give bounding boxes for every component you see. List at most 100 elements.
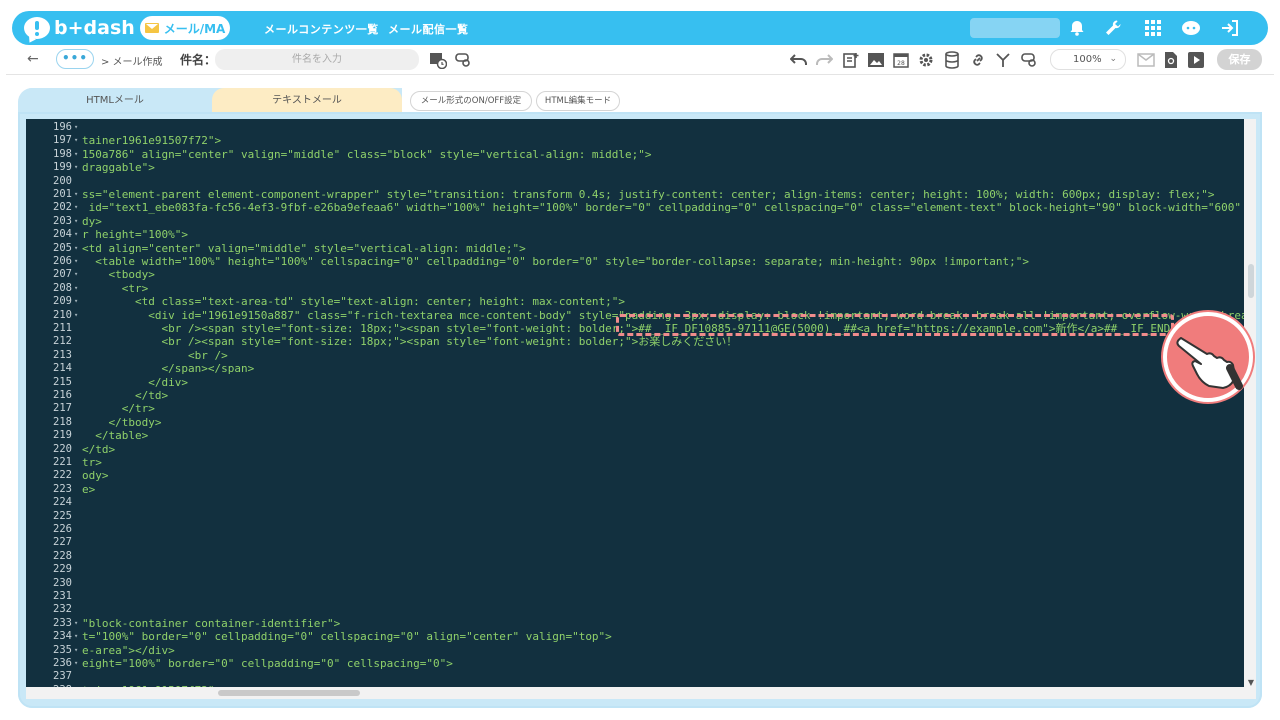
code-line[interactable]: 215 </div>	[26, 376, 1242, 389]
fold-arrow-icon[interactable]: ▾	[74, 228, 78, 241]
fold-arrow-icon[interactable]: ▾	[74, 282, 78, 295]
code-line[interactable]: 198 ▾ 150a786" align="center" valign="midd…	[26, 148, 1242, 161]
fold-arrow-icon[interactable]: ▾	[74, 657, 78, 670]
vertical-scroll-thumb[interactable]	[1248, 264, 1254, 298]
code-line[interactable]: 196 ▾	[26, 121, 1242, 134]
fold-arrow-icon[interactable]: ▾	[74, 201, 78, 214]
html-edit-mode-button[interactable]: HTML編集モード	[536, 91, 620, 111]
code-line[interactable]: 223 e>	[26, 483, 1242, 496]
scroll-down-arrow-icon[interactable]: ▼	[1248, 678, 1254, 687]
code-line[interactable]: 205 ▾ <td align="center" valign="middle" s…	[26, 242, 1242, 255]
code-line[interactable]: 224	[26, 496, 1242, 509]
code-line[interactable]: 237	[26, 670, 1242, 683]
fold-arrow-icon[interactable]: ▾	[74, 188, 78, 201]
preview-link-icon[interactable]	[453, 50, 473, 70]
code-line[interactable]: 219 </table>	[26, 429, 1242, 442]
code-line[interactable]: 199 ▾ draggable">	[26, 161, 1242, 174]
support-chat-icon[interactable]	[1180, 17, 1202, 39]
zoom-select[interactable]: 100% ⌄	[1050, 49, 1126, 70]
schedule-mail-icon[interactable]	[428, 50, 448, 70]
code-line[interactable]: 213 <br />	[26, 349, 1242, 362]
code-line[interactable]: 225	[26, 510, 1242, 523]
tab-html-mail[interactable]: HTMLメール	[20, 88, 210, 114]
code-line[interactable]: 231	[26, 590, 1242, 603]
fold-arrow-icon[interactable]: ▾	[74, 295, 78, 308]
code-line[interactable]: 217 </tr>	[26, 402, 1242, 415]
fold-arrow-icon[interactable]: ▾	[74, 134, 78, 147]
horizontal-scrollbar[interactable]	[26, 687, 1244, 699]
code-line[interactable]: 228	[26, 550, 1242, 563]
fold-arrow-icon[interactable]: ▾	[74, 644, 78, 657]
code-line[interactable]: 203 ▾ dy>	[26, 215, 1242, 228]
tab-text-mail[interactable]: テキストメール	[212, 88, 402, 114]
back-button[interactable]: ←	[27, 51, 39, 67]
fold-arrow-icon[interactable]: ▾	[74, 242, 78, 255]
code-line[interactable]: 208 ▾ <tr>	[26, 282, 1242, 295]
play-preview-icon[interactable]	[1186, 50, 1206, 70]
code-line[interactable]: 216 </td>	[26, 389, 1242, 402]
fold-arrow-icon[interactable]: ▾	[74, 148, 78, 161]
bell-icon[interactable]	[1066, 17, 1088, 39]
code-line[interactable]: 212 <br /><span style="font-size: 18px;"…	[26, 335, 1242, 348]
code-line[interactable]: 234 ▾ t="100%" border="0" cellpadding="0" …	[26, 630, 1242, 643]
add-block-icon[interactable]	[841, 50, 861, 70]
mail-ma-button[interactable]: メール/MA	[140, 16, 230, 40]
code-line[interactable]: 236 ▾ eight="100%" border="0" cellpadding=…	[26, 657, 1242, 670]
code-line[interactable]: 202 ▾ id="text1_ebe083fa-fc56-4ef3-9fbf-e…	[26, 201, 1256, 214]
code-line[interactable]: 200	[26, 175, 1242, 188]
code-line[interactable]: 209 ▾ <td class="text-area-td" style="tex…	[26, 295, 1242, 308]
code-line[interactable]: 232	[26, 603, 1242, 616]
code-line[interactable]: 235 ▾ e-area"></div>	[26, 644, 1242, 657]
more-menu-button[interactable]: •••	[56, 49, 94, 69]
code-line[interactable]: 204 ▾ r height="100%">	[26, 228, 1242, 241]
fold-arrow-icon[interactable]: ▾	[74, 309, 78, 322]
save-button[interactable]: 保存	[1217, 49, 1262, 70]
svg-text:28: 28	[897, 60, 905, 67]
nav-mail-contents[interactable]: メールコンテンツ一覧	[264, 21, 379, 37]
image-icon[interactable]	[866, 50, 886, 70]
line-number: 226	[53, 523, 72, 535]
settings-icon[interactable]	[916, 50, 936, 70]
code-line[interactable]: 222 ody>	[26, 469, 1242, 482]
fold-arrow-icon[interactable]: ▾	[74, 630, 78, 643]
code-line[interactable]: 227	[26, 536, 1242, 549]
code-line[interactable]: 220 </td>	[26, 443, 1242, 456]
html-code-editor[interactable]: 196 ▾ 197 ▾ tainer1961e91507f72"> 198 ▾ 150a786…	[26, 119, 1256, 699]
code-line[interactable]: 197 ▾ tainer1961e91507f72">	[26, 134, 1242, 147]
database-icon[interactable]	[942, 50, 962, 70]
calendar-icon[interactable]: 28	[891, 50, 911, 70]
code-line[interactable]: 218 </tbody>	[26, 416, 1242, 429]
fold-arrow-icon[interactable]: ▾	[74, 121, 78, 134]
merge-icon[interactable]	[993, 50, 1013, 70]
code-line[interactable]: 214 </span></span>	[26, 362, 1242, 375]
logout-icon[interactable]	[1219, 17, 1241, 39]
horizontal-scroll-thumb[interactable]	[218, 690, 360, 696]
wrench-icon[interactable]	[1102, 17, 1124, 39]
app-logo[interactable]: b+dash	[24, 15, 135, 41]
code-line[interactable]: 207 ▾ <tbody>	[26, 268, 1242, 281]
line-number: 209	[53, 295, 72, 308]
fold-arrow-icon[interactable]: ▾	[74, 215, 78, 228]
fold-arrow-icon[interactable]: ▾	[74, 161, 78, 174]
nav-mail-delivery[interactable]: メール配信一覧	[388, 21, 469, 37]
code-line[interactable]: 230	[26, 577, 1242, 590]
link-icon[interactable]	[968, 50, 988, 70]
document-search-icon[interactable]	[1161, 50, 1181, 70]
code-line[interactable]: 201 ▾ ss="element-parent element-component…	[26, 188, 1242, 201]
preview-link-icon-2[interactable]	[1019, 50, 1039, 70]
code-line[interactable]: 221 tr>	[26, 456, 1242, 469]
vertical-scrollbar[interactable]: ▼	[1244, 119, 1256, 699]
fold-arrow-icon[interactable]: ▾	[74, 255, 78, 268]
code-line[interactable]: 206 ▾ <table width="100%" height="100%" c…	[26, 255, 1242, 268]
fold-arrow-icon[interactable]: ▾	[74, 268, 78, 281]
test-mail-icon[interactable]	[1136, 50, 1156, 70]
code-line[interactable]: 229	[26, 563, 1242, 576]
grid-icon[interactable]	[1142, 17, 1164, 39]
subject-input[interactable]: 件名を入力	[215, 49, 419, 70]
fold-arrow-icon[interactable]: ▾	[74, 617, 78, 630]
code-line[interactable]: 226	[26, 523, 1242, 536]
mail-format-toggle-button[interactable]: メール形式のON/OFF設定	[410, 91, 532, 111]
undo-icon[interactable]	[789, 50, 809, 70]
code-line[interactable]: 233 ▾ "block-container container-identifie…	[26, 617, 1242, 630]
redo-icon[interactable]	[814, 50, 834, 70]
